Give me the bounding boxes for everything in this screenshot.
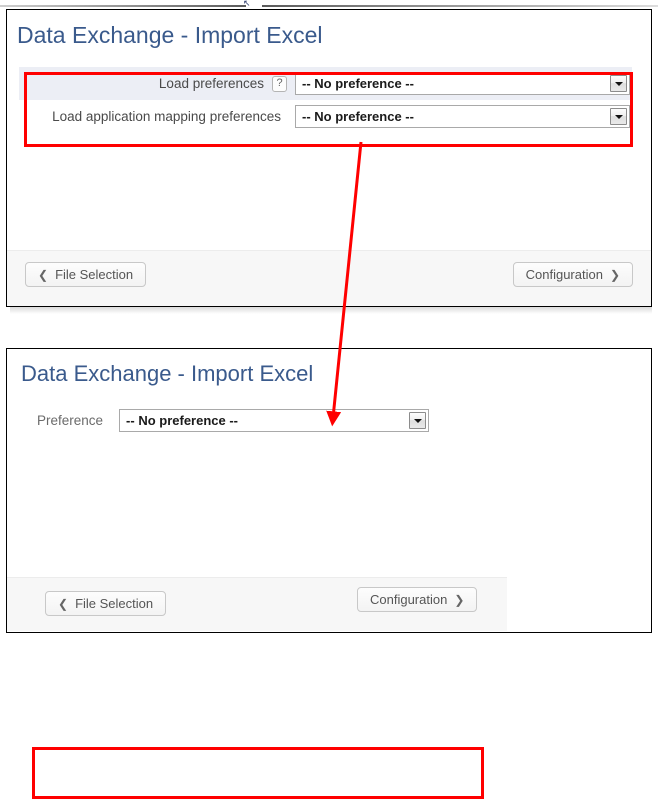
preferences-form: Load preferences ? -- No preference -- L…	[19, 67, 632, 133]
page-title-secondary: Data Exchange - Import Excel	[21, 361, 313, 387]
chevron-down-icon[interactable]	[610, 108, 627, 125]
panel-one-shadow	[10, 307, 652, 314]
configuration-label: Configuration	[526, 267, 603, 282]
load-preferences-select[interactable]: -- No preference --	[295, 72, 630, 95]
preference-form: Preference -- No preference --	[37, 409, 429, 432]
import-excel-panel-bottom: Data Exchange - Import Excel Preference …	[6, 348, 652, 633]
preference-select[interactable]: -- No preference --	[119, 409, 429, 432]
load-preferences-value: -- No preference --	[296, 76, 414, 91]
chevron-left-icon: ❮	[58, 597, 68, 611]
file-selection-button-secondary[interactable]: ❮ File Selection	[45, 591, 166, 616]
file-selection-button[interactable]: ❮ File Selection	[25, 262, 146, 287]
load-application-mapping-value: -- No preference --	[296, 109, 414, 124]
mouse-cursor-icon: ↖	[243, 0, 263, 9]
chevron-right-icon: ❯	[610, 268, 620, 282]
highlight-box-preference	[32, 747, 484, 799]
chevron-down-icon[interactable]	[610, 75, 627, 92]
file-selection-label-secondary: File Selection	[75, 596, 153, 611]
load-application-mapping-select[interactable]: -- No preference --	[295, 105, 630, 128]
page-title: Data Exchange - Import Excel	[17, 22, 323, 49]
configuration-label-secondary: Configuration	[370, 592, 447, 607]
help-icon[interactable]: ?	[272, 76, 287, 92]
load-application-mapping-label-group: Load application mapping preferences	[19, 109, 287, 124]
chevron-left-icon: ❮	[38, 268, 48, 282]
chevron-down-icon[interactable]	[409, 412, 426, 429]
panel-one-footer: ❮ File Selection Configuration ❯	[7, 250, 651, 306]
configuration-button[interactable]: Configuration ❯	[513, 262, 633, 287]
file-selection-label: File Selection	[55, 267, 133, 282]
load-preferences-label: Load preferences	[159, 76, 270, 91]
panel-two-footer: ❮ File Selection Configuration ❯	[7, 577, 507, 631]
chevron-right-icon: ❯	[454, 593, 464, 607]
preference-value: -- No preference --	[120, 413, 238, 428]
window-top-edge: ↖	[0, 0, 658, 9]
form-row-load-preferences: Load preferences ? -- No preference --	[19, 67, 632, 100]
load-preferences-label-group: Load preferences ?	[19, 76, 287, 92]
form-row-load-application-mapping-preferences: Load application mapping preferences -- …	[19, 100, 632, 133]
top-rule-right	[262, 5, 658, 7]
load-application-mapping-preferences-label: Load application mapping preferences	[52, 109, 287, 124]
import-excel-panel-top: Data Exchange - Import Excel Load prefer…	[6, 9, 652, 307]
top-rule-left	[0, 5, 246, 7]
configuration-button-secondary[interactable]: Configuration ❯	[357, 587, 477, 612]
preference-label: Preference	[37, 413, 103, 428]
